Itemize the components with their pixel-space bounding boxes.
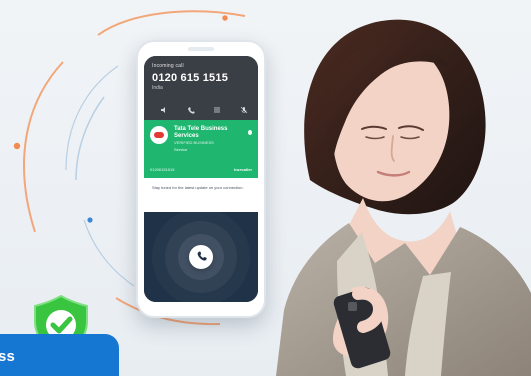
phone-speaker xyxy=(188,47,214,51)
caller-id-card: Tata Tele Business Services VERIFIED BUS… xyxy=(144,120,258,178)
small-phone-number: 01206151515 xyxy=(150,167,175,172)
keypad-icon[interactable] xyxy=(213,106,221,114)
hero-scene: Incoming call 0120 615 1515 India Tata T… xyxy=(0,0,531,376)
promo-banner: ss xyxy=(0,334,119,376)
blue-arc-outer xyxy=(65,65,119,171)
orange-dot-top xyxy=(222,15,228,21)
incoming-phone-number: 0120 615 1515 xyxy=(152,72,229,84)
caller-name-row: Tata Tele Business Services xyxy=(174,126,252,139)
caller-tag: Service xyxy=(174,147,188,153)
call-location: India xyxy=(152,85,163,91)
blue-dot-left xyxy=(87,217,93,223)
message-text: Stay tuned for the latest update on your… xyxy=(152,185,244,190)
verified-icon xyxy=(247,130,252,136)
caller-card-footer: 01206151515 truecaller xyxy=(150,167,252,172)
call-status: Incoming call xyxy=(152,63,184,69)
speaker-icon[interactable] xyxy=(160,106,168,114)
woman-using-phone-illustration xyxy=(276,19,531,376)
message-card: Stay tuned for the latest update on your… xyxy=(144,178,258,212)
blue-arc-left xyxy=(75,96,105,181)
promo-banner-text: ss xyxy=(0,348,16,365)
phone-icon[interactable] xyxy=(187,106,195,114)
caller-text-block: Tata Tele Business Services VERIFIED BUS… xyxy=(174,126,252,152)
truecaller-brand: truecaller xyxy=(233,167,252,172)
answer-call-button[interactable] xyxy=(189,245,213,269)
orange-dot-left xyxy=(13,142,21,150)
company-logo-avatar xyxy=(150,126,168,144)
orange-arc-top xyxy=(97,10,246,36)
incoming-call-header: Incoming call 0120 615 1515 India xyxy=(144,56,258,120)
smartphone-mockup: Incoming call 0120 615 1515 India Tata T… xyxy=(136,40,266,318)
blue-arc-bottom xyxy=(83,219,135,287)
caller-name: Tata Tele Business Services xyxy=(174,126,228,139)
orange-arc-left xyxy=(23,61,64,233)
caller-top-row: Tata Tele Business Services VERIFIED BUS… xyxy=(150,126,252,152)
phone-screen: Incoming call 0120 615 1515 India Tata T… xyxy=(144,56,258,302)
mute-icon[interactable] xyxy=(240,106,248,114)
caller-subtitle: VERIFIED BUSINESS xyxy=(174,140,214,146)
call-actions-row xyxy=(160,106,248,114)
phone-icon xyxy=(196,248,207,266)
incoming-call-panel xyxy=(144,212,258,302)
